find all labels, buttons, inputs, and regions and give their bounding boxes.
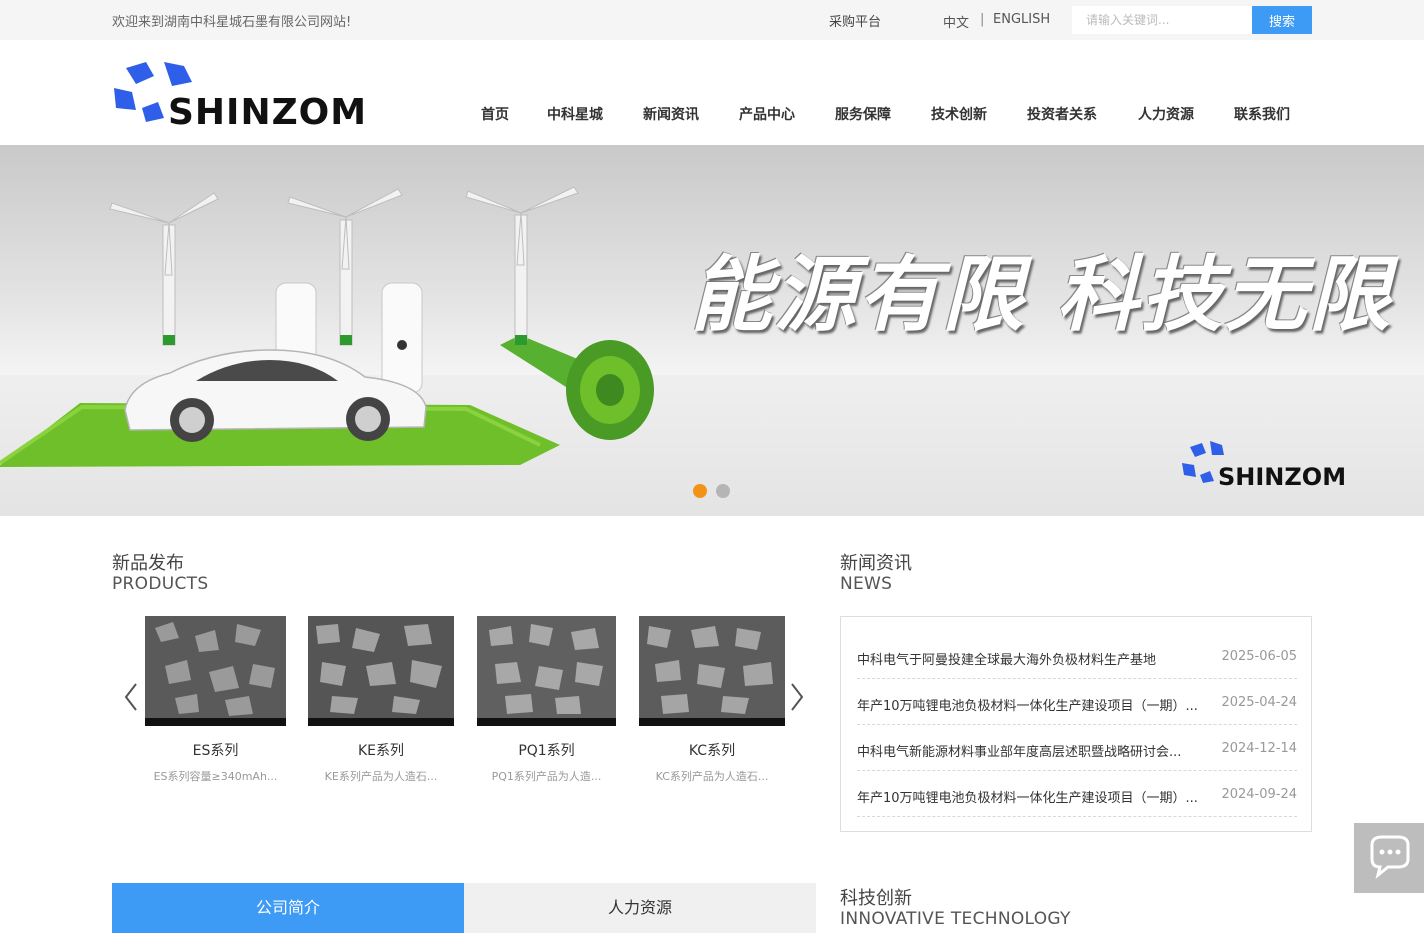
news-item-title[interactable]: 年产10万吨锂电池负极材料一体化生产建设项目（一期）...	[857, 695, 1217, 714]
product-desc: KE系列产品为人造石...	[324, 770, 438, 783]
product-desc: PQ1系列产品为人造...	[491, 770, 602, 783]
chat-button[interactable]	[1354, 823, 1424, 893]
nav-item-home[interactable]: 首页	[481, 104, 509, 124]
chat-bubble-icon	[1370, 835, 1410, 879]
nav-item-hr[interactable]: 人力资源	[1138, 104, 1194, 124]
product-name: KC系列	[688, 743, 736, 759]
product-card[interactable]: ES系列 ES系列容量≥340mAh...	[145, 616, 286, 783]
logo-mark-icon: SHINZOM	[114, 62, 367, 128]
lang-en-link[interactable]: ENGLISH	[993, 12, 1050, 27]
product-name: ES系列	[192, 743, 239, 759]
tech-title-en: INNOVATIVE TECHNOLOGY	[840, 909, 1071, 929]
tab-company-intro[interactable]: 公司简介	[112, 883, 464, 933]
procurement-link[interactable]: 采购平台	[829, 11, 881, 30]
news-item-title[interactable]: 中科电气新能源材料事业部年度高层述职暨战略研讨会...	[857, 741, 1217, 760]
products-title-en: PRODUCTS	[112, 574, 209, 594]
hero-banner[interactable]: SHINZOM 能源有限 科技无限	[0, 145, 1424, 516]
carousel-next-icon[interactable]	[786, 680, 808, 714]
logo-text: SHINZOM	[168, 92, 367, 128]
news-list: 中科电气于阿曼投建全球最大海外负极材料生产基地 2025-06-05 年产10万…	[840, 616, 1312, 832]
product-card[interactable]: KC系列 KC系列产品为人造石...	[639, 616, 785, 783]
news-item[interactable]: 年产10万吨锂电池负极材料一体化生产建设项目（一期）... 2025-04-24	[857, 679, 1297, 725]
search-button[interactable]: 搜索	[1252, 6, 1312, 34]
nav-item-contact[interactable]: 联系我们	[1234, 104, 1290, 124]
tech-title-cn: 科技创新	[840, 888, 912, 909]
nav-item-service[interactable]: 服务保障	[835, 104, 891, 124]
search-input[interactable]	[1072, 6, 1252, 34]
tab-human-resources[interactable]: 人力资源	[464, 883, 816, 933]
news-title-en: NEWS	[840, 574, 893, 594]
logo[interactable]: SHINZOM	[112, 58, 376, 128]
news-item-title[interactable]: 中科电气于阿曼投建全球最大海外负极材料生产基地	[857, 649, 1217, 668]
products-title-cn: 新品发布	[112, 553, 184, 574]
news-item-date: 2024-12-14	[1221, 741, 1297, 756]
product-image	[145, 616, 286, 726]
nav-item-technology[interactable]: 技术创新	[931, 104, 987, 124]
nav-item-news[interactable]: 新闻资讯	[643, 104, 699, 124]
product-image	[477, 616, 616, 726]
lang-separator: |	[980, 12, 985, 27]
product-image	[308, 616, 454, 726]
news-item-date: 2025-06-05	[1221, 649, 1297, 664]
product-name: PQ1系列	[518, 743, 575, 759]
news-item-date: 2024-09-24	[1221, 787, 1297, 802]
nav-item-products[interactable]: 产品中心	[739, 104, 795, 124]
product-desc: ES系列容量≥340mAh...	[153, 770, 278, 783]
product-card[interactable]: KE系列 KE系列产品为人造石...	[308, 616, 454, 783]
carousel-prev-icon[interactable]	[120, 680, 142, 714]
news-item[interactable]: 中科电气新能源材料事业部年度高层述职暨战略研讨会... 2024-12-14	[857, 725, 1297, 771]
product-name: KE系列	[357, 743, 405, 759]
product-card[interactable]: PQ1系列 PQ1系列产品为人造...	[477, 616, 616, 783]
banner-slogan: 能源有限 科技无限	[690, 247, 1393, 343]
welcome-text: 欢迎来到湖南中科星城石墨有限公司网站!	[112, 15, 352, 30]
lang-cn-link[interactable]: 中文	[943, 12, 969, 31]
nav-item-about[interactable]: 中科星城	[547, 104, 603, 124]
carousel-dot-1[interactable]	[693, 484, 707, 498]
nav-item-investors[interactable]: 投资者关系	[1027, 104, 1097, 124]
carousel-dot-2[interactable]	[716, 484, 730, 498]
banner-brand-text: SHINZOM	[1218, 463, 1346, 491]
product-image	[639, 616, 785, 726]
top-bar: 欢迎来到湖南中科星城石墨有限公司网站! 采购平台 中文 | ENGLISH 搜索	[0, 0, 1424, 40]
news-title-cn: 新闻资讯	[840, 553, 912, 574]
news-item-date: 2025-04-24	[1221, 695, 1297, 710]
news-item[interactable]: 中科电气于阿曼投建全球最大海外负极材料生产基地 2025-06-05	[857, 633, 1297, 679]
news-item-title[interactable]: 年产10万吨锂电池负极材料一体化生产建设项目（一期）...	[857, 787, 1217, 806]
product-desc: KC系列产品为人造石...	[655, 770, 769, 783]
news-item[interactable]: 年产10万吨锂电池负极材料一体化生产建设项目（一期）... 2024-09-24	[857, 771, 1297, 817]
